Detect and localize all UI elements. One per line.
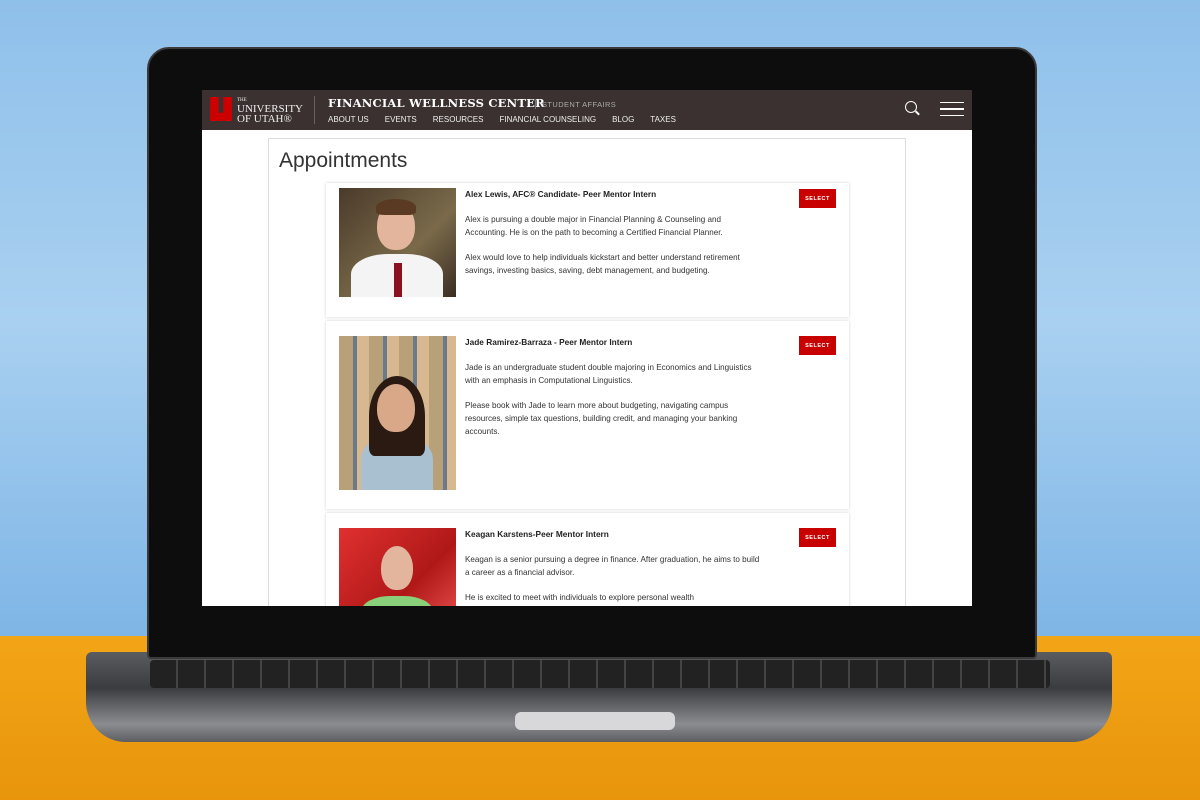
university-name[interactable]: THE UNIVERSITY OF UTAH® [237,98,303,125]
nav-blog[interactable]: BLOG [612,115,634,124]
mentor-card: Keagan Karstens-Peer Mentor Intern Keaga… [326,513,849,606]
nav-financial-counseling[interactable]: FINANCIAL COUNSELING [499,115,596,124]
nav-about-us[interactable]: ABOUT US [328,115,369,124]
main-nav: ABOUT US EVENTS RESOURCES FINANCIAL COUN… [328,115,676,124]
divider [314,96,315,124]
mentor-name: Keagan Karstens-Peer Mentor Intern [465,529,609,539]
nav-events[interactable]: EVENTS [385,115,417,124]
hamburger-menu-icon[interactable] [940,102,964,116]
mentor-description: Keagan is a senior pursuing a degree in … [465,554,765,606]
nav-taxes[interactable]: TAXES [650,115,676,124]
laptop-notch [515,712,675,730]
description-paragraph: Please book with Jade to learn more abou… [465,401,738,436]
site-header: THE UNIVERSITY OF UTAH® FINANCIAL WELLNESS… [202,90,972,130]
laptop-screen: THE UNIVERSITY OF UTAH® FINANCIAL WELLNESS… [202,90,972,606]
mentor-name: Jade Ramirez-Barraza - Peer Mentor Inter… [465,337,633,347]
mentor-description: Jade is an undergraduate student double … [465,362,765,451]
description-paragraph: Jade is an undergraduate student double … [465,363,752,385]
nav-resources[interactable]: RESOURCES [433,115,484,124]
mentor-description: Alex is pursuing a double major in Finan… [465,214,765,290]
description-paragraph: Keagan is a senior pursuing a degree in … [465,555,760,577]
logo-line2: OF UTAH® [237,113,292,125]
mentor-photo [339,188,456,297]
appointments-panel: Appointments Alex Lewis, AFC® Candidate-… [268,138,906,606]
search-icon[interactable] [905,101,917,113]
select-button[interactable]: SELECT [799,189,836,208]
description-paragraph: Alex is pursuing a double major in Finan… [465,215,723,237]
description-paragraph: He is excited to meet with individuals t… [465,593,694,603]
mentor-photo [339,336,456,490]
select-button[interactable]: SELECT [799,336,836,355]
mentor-photo [339,528,456,606]
laptop-keyboard [150,660,1050,688]
affiliation-link[interactable]: STUDENT AFFAIRS [534,100,616,109]
select-button[interactable]: SELECT [799,528,836,547]
description-paragraph: Alex would love to help individuals kick… [465,253,740,275]
mentor-name: Alex Lewis, AFC® Candidate- Peer Mentor … [465,189,657,199]
mentor-card: Alex Lewis, AFC® Candidate- Peer Mentor … [326,183,849,317]
mentor-card: Jade Ramirez-Barraza - Peer Mentor Inter… [326,321,849,509]
university-logo-icon[interactable] [210,97,232,121]
site-title[interactable]: FINANCIAL WELLNESS CENTER [328,96,545,110]
page-title: Appointments [279,149,408,172]
